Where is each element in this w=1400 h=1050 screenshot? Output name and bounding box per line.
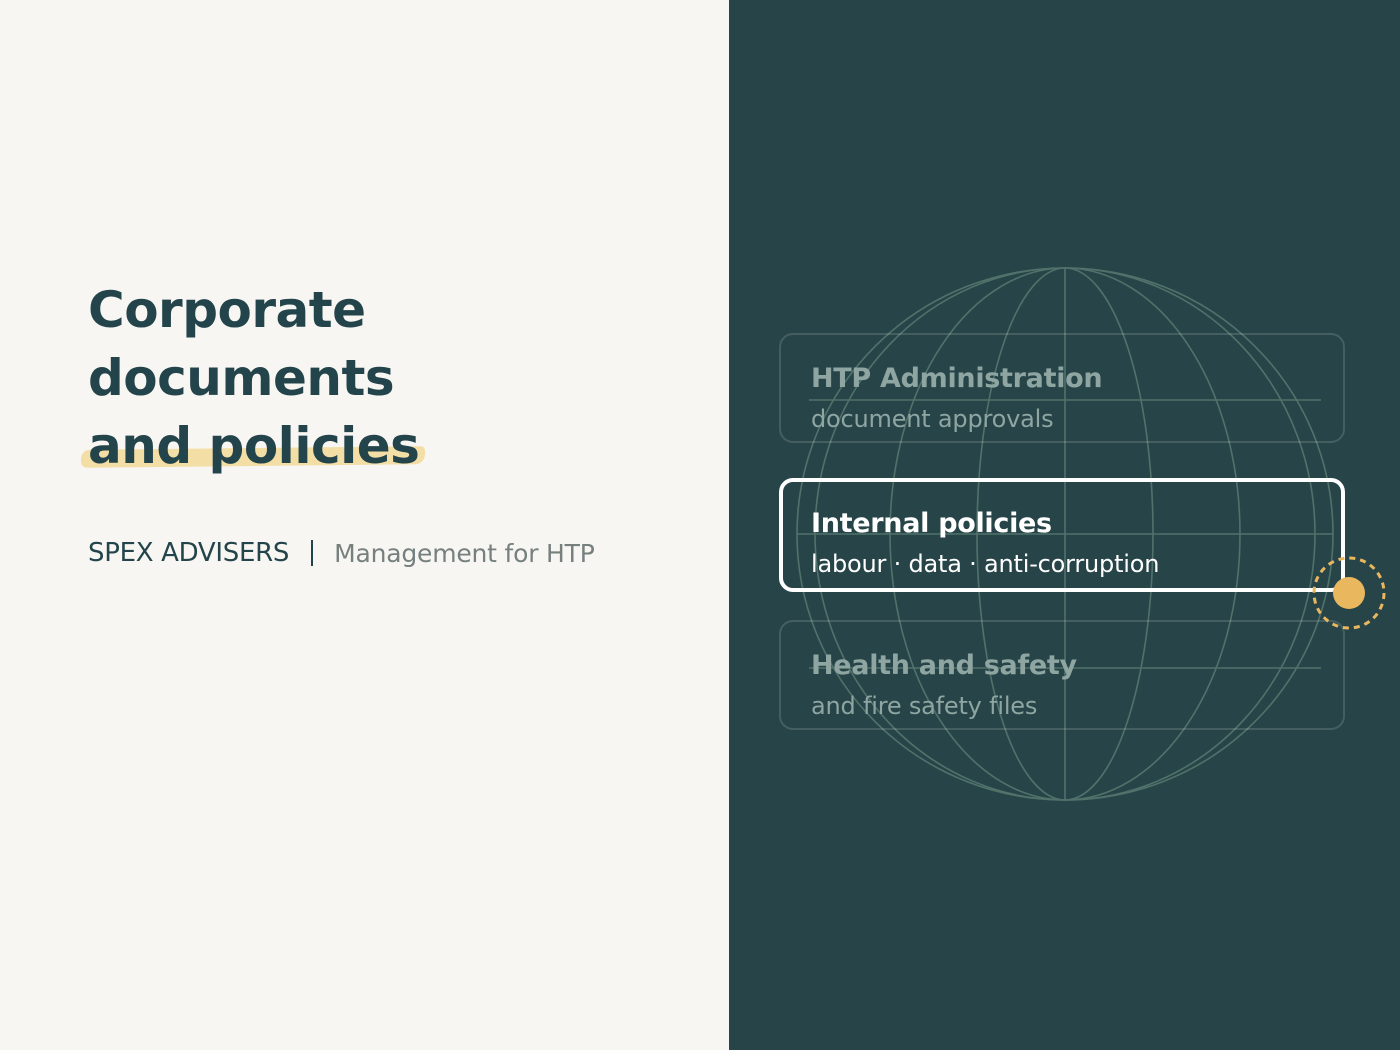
title-highlight: and policies: [80, 412, 426, 480]
selection-indicator-icon: [1312, 556, 1386, 630]
title-line-2: documents: [88, 349, 395, 407]
card-subtitle: and fire safety files: [811, 692, 1038, 720]
left-panel: Corporate documents and policies SPEX AD…: [0, 0, 729, 1050]
card-subtitle: labour · data · anti-corruption: [811, 550, 1160, 578]
card-title: Internal policies: [811, 508, 1052, 539]
card-title: HTP Administration: [811, 363, 1103, 394]
brand-name: SPEX ADVISERS: [88, 538, 290, 568]
page-title: Corporate documents and policies: [80, 276, 426, 480]
brand-divider: [311, 540, 314, 566]
card-health-and-safety[interactable]: Health and safety and fire safety files: [779, 620, 1345, 730]
title-line-1: Corporate: [88, 281, 366, 339]
card-title: Health and safety: [811, 650, 1077, 681]
card-htp-administration[interactable]: HTP Administration document approvals: [779, 333, 1345, 443]
title-line-3: and policies: [80, 412, 426, 480]
brand-tagline: Management for HTP: [334, 538, 595, 568]
brand-row: SPEX ADVISERS Management for HTP: [88, 538, 595, 568]
right-panel: HTP Administration document approvals In…: [729, 0, 1400, 1050]
title-line-3-text: and policies: [88, 417, 420, 475]
card-subtitle: document approvals: [811, 405, 1054, 433]
card-internal-policies[interactable]: Internal policies labour · data · anti-c…: [779, 478, 1345, 592]
